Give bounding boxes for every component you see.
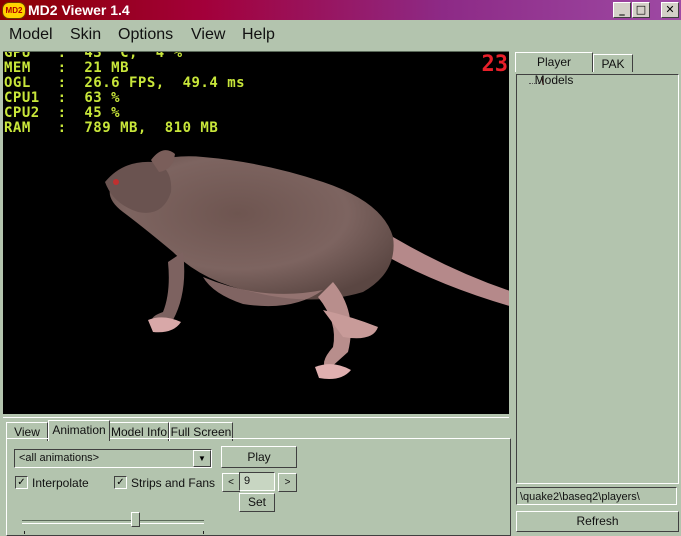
- stats-overlay: GPU : 43 °C, 4 % MEM : 21 MB OGL : 26.6 FP…: [4, 52, 246, 136]
- tab-player-models[interactable]: Player Models: [515, 52, 593, 87]
- animation-tab-page: <all animations> ▼ Play ✓ Interpolate ✓ …: [6, 438, 511, 536]
- tab-pak[interactable]: PAK: [593, 54, 633, 72]
- set-frame-button[interactable]: Set: [239, 493, 275, 512]
- prev-frame-button[interactable]: <: [222, 473, 240, 492]
- stat-cpu1: CPU1 : 63 %: [4, 90, 121, 106]
- refresh-button[interactable]: Refresh: [516, 511, 679, 532]
- animation-slider-thumb[interactable]: [130, 512, 140, 527]
- side-panel: Player Models PAK \ \quake2\baseq2\playe…: [512, 50, 681, 534]
- model-viewport[interactable]: GPU : 43 °C, 4 % MEM : 21 MB OGL : 26.6 FP…: [3, 51, 509, 414]
- play-button[interactable]: Play: [221, 446, 297, 468]
- frame-number-input[interactable]: 9: [239, 472, 275, 491]
- menu-model[interactable]: Model: [9, 26, 53, 44]
- models-path-field[interactable]: \quake2\baseq2\players\: [516, 487, 677, 505]
- strips-fans-checkbox[interactable]: ✓: [114, 476, 127, 489]
- animation-slider-track[interactable]: [22, 520, 204, 524]
- menu-skin[interactable]: Skin: [70, 26, 101, 44]
- stat-ogl: OGL : 26.6 FPS, 49.4 ms: [4, 75, 246, 91]
- animation-select[interactable]: <all animations> ▼: [14, 449, 212, 468]
- strips-fans-label: Strips and Fans: [131, 476, 216, 490]
- menu-help[interactable]: Help: [242, 26, 275, 44]
- interpolate-checkbox[interactable]: ✓: [15, 476, 28, 489]
- menu-options[interactable]: Options: [118, 26, 173, 44]
- title-bar: MD2 MD2 Viewer 1.4 _ □ ✕: [0, 0, 681, 20]
- minimize-button[interactable]: _: [613, 2, 631, 18]
- menu-view[interactable]: View: [191, 26, 225, 44]
- window-title: MD2 Viewer 1.4: [28, 2, 130, 18]
- rat-model: [105, 150, 509, 379]
- next-frame-button[interactable]: >: [278, 473, 297, 492]
- control-panel: View Animation Model Info Full Screen <a…: [3, 417, 511, 536]
- maximize-button[interactable]: □: [632, 2, 650, 18]
- menu-bar: Model Skin Options View Help: [0, 20, 681, 48]
- interpolate-label: Interpolate: [32, 476, 89, 490]
- stat-cpu2: CPU2 : 45 %: [4, 105, 121, 121]
- frame-counter: 23: [481, 52, 509, 77]
- chevron-down-icon[interactable]: ▼: [193, 450, 211, 467]
- stat-mem: MEM : 21 MB: [4, 60, 130, 76]
- stat-ram: RAM : 789 MB, 810 MB: [4, 120, 219, 136]
- frame-number-value: 9: [244, 475, 251, 487]
- animation-select-value: <all animations>: [19, 452, 100, 464]
- app-logo-icon: MD2: [2, 2, 26, 19]
- tab-animation[interactable]: Animation: [48, 420, 110, 441]
- player-models-tree[interactable]: \: [516, 74, 679, 484]
- close-button[interactable]: ✕: [661, 2, 679, 18]
